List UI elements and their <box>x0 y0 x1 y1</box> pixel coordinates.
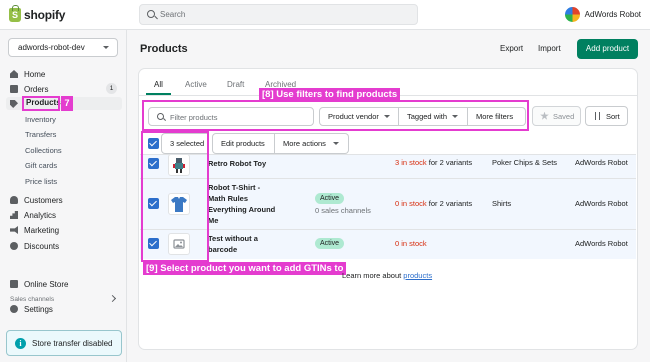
product-type: Shirts <box>492 199 512 208</box>
sidebar-item-label: Discounts <box>24 241 60 251</box>
product-vendor: AdWords Robot <box>575 239 628 248</box>
sidebar-item-price-lists[interactable]: Price lists <box>25 177 57 186</box>
customers-icon <box>10 196 18 204</box>
product-name-line[interactable]: Everything Around <box>208 204 275 215</box>
learn-more-text: Learn more about products <box>342 271 432 280</box>
shopify-logo[interactable]: S shopify <box>9 5 66 22</box>
sort-icon <box>593 112 602 120</box>
search-placeholder: Search <box>160 10 186 19</box>
page-title: Products <box>140 43 188 55</box>
search-input[interactable]: Search <box>139 4 418 25</box>
sidebar-item-label: Marketing <box>24 225 60 235</box>
sidebar-item-analytics[interactable]: Analytics <box>10 209 56 221</box>
sidebar-item-online-store[interactable]: Online Store <box>10 278 68 290</box>
orders-icon <box>10 85 18 93</box>
sidebar-item-discounts[interactable]: Discounts <box>10 240 59 252</box>
product-name-line[interactable]: Math Rules <box>208 193 248 204</box>
chevron-right-icon[interactable] <box>108 294 117 303</box>
edit-products-label: Edit products <box>221 139 265 148</box>
analytics-icon <box>10 211 18 219</box>
product-name-line[interactable]: Me <box>208 215 218 226</box>
chevron-down-icon <box>332 142 339 145</box>
saved-label: Saved <box>553 111 575 121</box>
discounts-icon <box>10 242 18 250</box>
export-button[interactable]: Export <box>500 44 523 53</box>
product-stock: 0 in stock for 2 variants <box>395 199 473 208</box>
search-icon <box>147 10 155 18</box>
product-name-line[interactable]: Test without a <box>208 233 258 244</box>
status-badge: Active <box>315 238 345 249</box>
sidebar-item-label: Settings <box>24 304 53 314</box>
sales-channels-count: 0 sales channels <box>315 206 371 215</box>
highlight-box-products <box>22 96 60 111</box>
chevron-down-icon <box>103 46 109 49</box>
product-vendor: AdWords Robot <box>575 199 628 208</box>
orders-count-badge: 1 <box>106 83 117 94</box>
tag-icon <box>10 100 18 108</box>
import-button[interactable]: Import <box>538 44 561 53</box>
step-9-label: [9] Select product you want to add GTINs… <box>143 262 347 275</box>
product-stock: 3 in stock for 2 variants <box>395 158 473 167</box>
store-menu[interactable]: AdWords Robot <box>564 7 641 22</box>
saved-button[interactable]: Saved <box>532 106 581 126</box>
sidebar-item-label: Orders <box>24 84 49 94</box>
sidebar-item-label: Customers <box>24 195 63 205</box>
sidebar: adwords-robot-dev Home Orders 1 Products… <box>0 30 127 362</box>
learn-more-link[interactable]: products <box>403 271 432 280</box>
home-icon <box>10 70 18 78</box>
sidebar-item-customers[interactable]: Customers <box>10 194 63 206</box>
product-name-line[interactable]: barcode <box>208 244 237 255</box>
shopify-bag-icon: S <box>9 5 21 22</box>
sidebar-item-collections[interactable]: Collections <box>25 146 62 155</box>
sidebar-item-label: Online Store <box>24 279 69 289</box>
highlight-box-checkboxes <box>141 131 209 262</box>
sidebar-item-label: Analytics <box>24 210 57 220</box>
store-transfer-banner[interactable]: i Store transfer disabled <box>6 330 122 356</box>
store-icon <box>10 280 18 288</box>
sort-button[interactable]: Sort <box>585 106 628 126</box>
product-vendor: AdWords Robot <box>575 158 628 167</box>
product-name-line[interactable]: Robot T-Shirt - <box>208 182 260 193</box>
add-product-button[interactable]: Add product <box>577 39 638 59</box>
status-badge: Active <box>315 193 345 204</box>
tab-draft[interactable]: Draft <box>227 80 244 89</box>
learn-more-prefix: Learn more about <box>342 271 404 280</box>
store-name-label: AdWords Robot <box>584 10 641 19</box>
sidebar-item-gift-cards[interactable]: Gift cards <box>25 161 57 170</box>
step-7-label: 7 <box>61 96 73 111</box>
product-stock: 0 in stock <box>395 239 427 248</box>
store-selector[interactable]: adwords-robot-dev <box>8 38 118 57</box>
top-bar: S shopify Search AdWords Robot <box>0 0 650 30</box>
sidebar-item-inventory[interactable]: Inventory <box>25 115 56 124</box>
more-actions-label: More actions <box>283 139 326 148</box>
edit-products-button[interactable]: Edit products <box>212 133 275 154</box>
sidebar-item-settings[interactable]: Settings <box>10 303 53 315</box>
sidebar-item-marketing[interactable]: Marketing <box>10 224 59 236</box>
product-type: Poker Chips & Sets <box>492 158 558 167</box>
step-8-label: [8] Use filters to find products <box>259 88 401 101</box>
tab-all-indicator <box>146 93 171 95</box>
sidebar-item-label: Home <box>24 69 46 79</box>
more-actions-button[interactable]: More actions <box>275 133 349 154</box>
star-icon <box>540 111 549 120</box>
gear-icon <box>10 305 18 313</box>
sales-channels-heading: Sales channels <box>10 296 55 303</box>
store-transfer-label: Store transfer disabled <box>32 338 113 348</box>
sidebar-item-transfers[interactable]: Transfers <box>25 130 56 139</box>
store-avatar <box>564 7 580 22</box>
tab-active[interactable]: Active <box>185 80 207 89</box>
highlight-box-filters <box>142 100 529 131</box>
product-name[interactable]: Retro Robot Toy <box>208 158 266 169</box>
info-icon: i <box>15 337 26 349</box>
sidebar-item-orders[interactable]: Orders <box>10 83 48 95</box>
sort-label: Sort <box>606 111 620 121</box>
store-selector-label: adwords-robot-dev <box>18 43 85 52</box>
marketing-icon <box>10 226 18 234</box>
logo-text: shopify <box>24 8 66 22</box>
tab-all[interactable]: All <box>154 80 163 89</box>
sidebar-item-home[interactable]: Home <box>10 68 45 80</box>
